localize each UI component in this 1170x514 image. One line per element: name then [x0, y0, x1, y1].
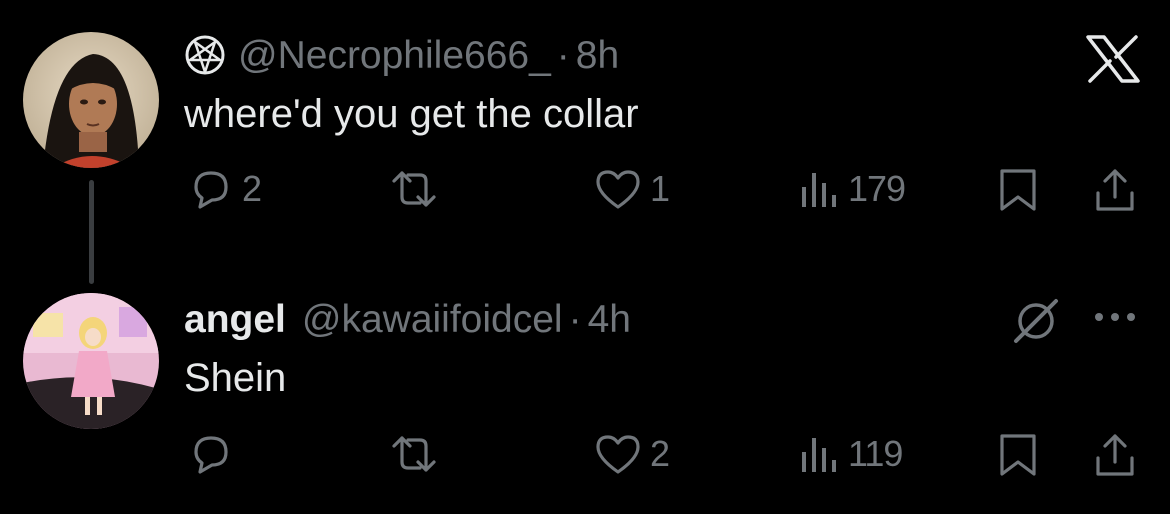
bookmark-icon	[1000, 169, 1036, 211]
pentagram-icon	[185, 35, 225, 75]
heart-icon	[596, 170, 640, 209]
share-button[interactable]	[1092, 167, 1138, 213]
avatar[interactable]	[23, 32, 159, 168]
more-icon[interactable]	[1092, 310, 1138, 329]
views-button[interactable]: 179	[796, 167, 906, 211]
user-handle[interactable]: @kawaiifoidcel	[302, 300, 563, 339]
tweet-1[interactable]: @Necrophile666_ · 8h where'd you get the…	[0, 0, 1170, 230]
repost-icon	[392, 171, 436, 207]
timestamp[interactable]: 4h	[588, 300, 631, 339]
x-logo-icon[interactable]	[1086, 35, 1140, 88]
separator-dot: ·	[568, 298, 582, 341]
bookmark-button[interactable]	[996, 167, 1040, 213]
avatar-man-image	[23, 32, 159, 168]
timestamp[interactable]: 8h	[576, 36, 619, 75]
like-count: 1	[650, 168, 670, 209]
reply-button[interactable]: 2	[188, 167, 262, 211]
action-bar: 2 1 179	[0, 167, 1170, 215]
views-count: 119	[848, 433, 903, 474]
separator-dot: ·	[556, 33, 570, 77]
user-handle[interactable]: @Necrophile666_	[238, 36, 551, 75]
views-button[interactable]: 119	[796, 432, 903, 476]
share-icon	[1096, 169, 1134, 211]
like-button[interactable]: 2	[594, 432, 670, 476]
tweet-text: where'd you get the collar	[184, 92, 639, 136]
bookmark-icon	[1000, 434, 1036, 476]
tweet-2[interactable]: angel @kawaiifoidcel · 4h Shein 2 119	[0, 280, 1170, 514]
avatar-doll-image	[23, 293, 159, 429]
action-bar: 2 119	[0, 432, 1170, 480]
user-badge	[184, 34, 226, 76]
share-icon	[1096, 434, 1134, 476]
views-icon	[802, 438, 836, 472]
bookmark-button[interactable]	[996, 432, 1040, 478]
views-count: 179	[848, 168, 906, 209]
reply-icon	[194, 171, 228, 209]
reply-button[interactable]	[188, 432, 234, 476]
tweet-text: Shein	[184, 356, 287, 400]
reply-count: 2	[242, 168, 262, 209]
repost-icon	[392, 436, 436, 472]
avatar[interactable]	[23, 293, 159, 429]
heart-icon	[596, 435, 640, 474]
like-count: 2	[650, 433, 670, 474]
reply-icon	[194, 436, 228, 474]
repost-button[interactable]	[386, 432, 442, 476]
like-button[interactable]: 1	[594, 167, 670, 211]
grok-icon[interactable]	[1010, 295, 1062, 352]
views-icon	[802, 173, 836, 207]
repost-button[interactable]	[386, 167, 442, 211]
share-button[interactable]	[1092, 432, 1138, 478]
display-name[interactable]: angel	[184, 300, 286, 339]
